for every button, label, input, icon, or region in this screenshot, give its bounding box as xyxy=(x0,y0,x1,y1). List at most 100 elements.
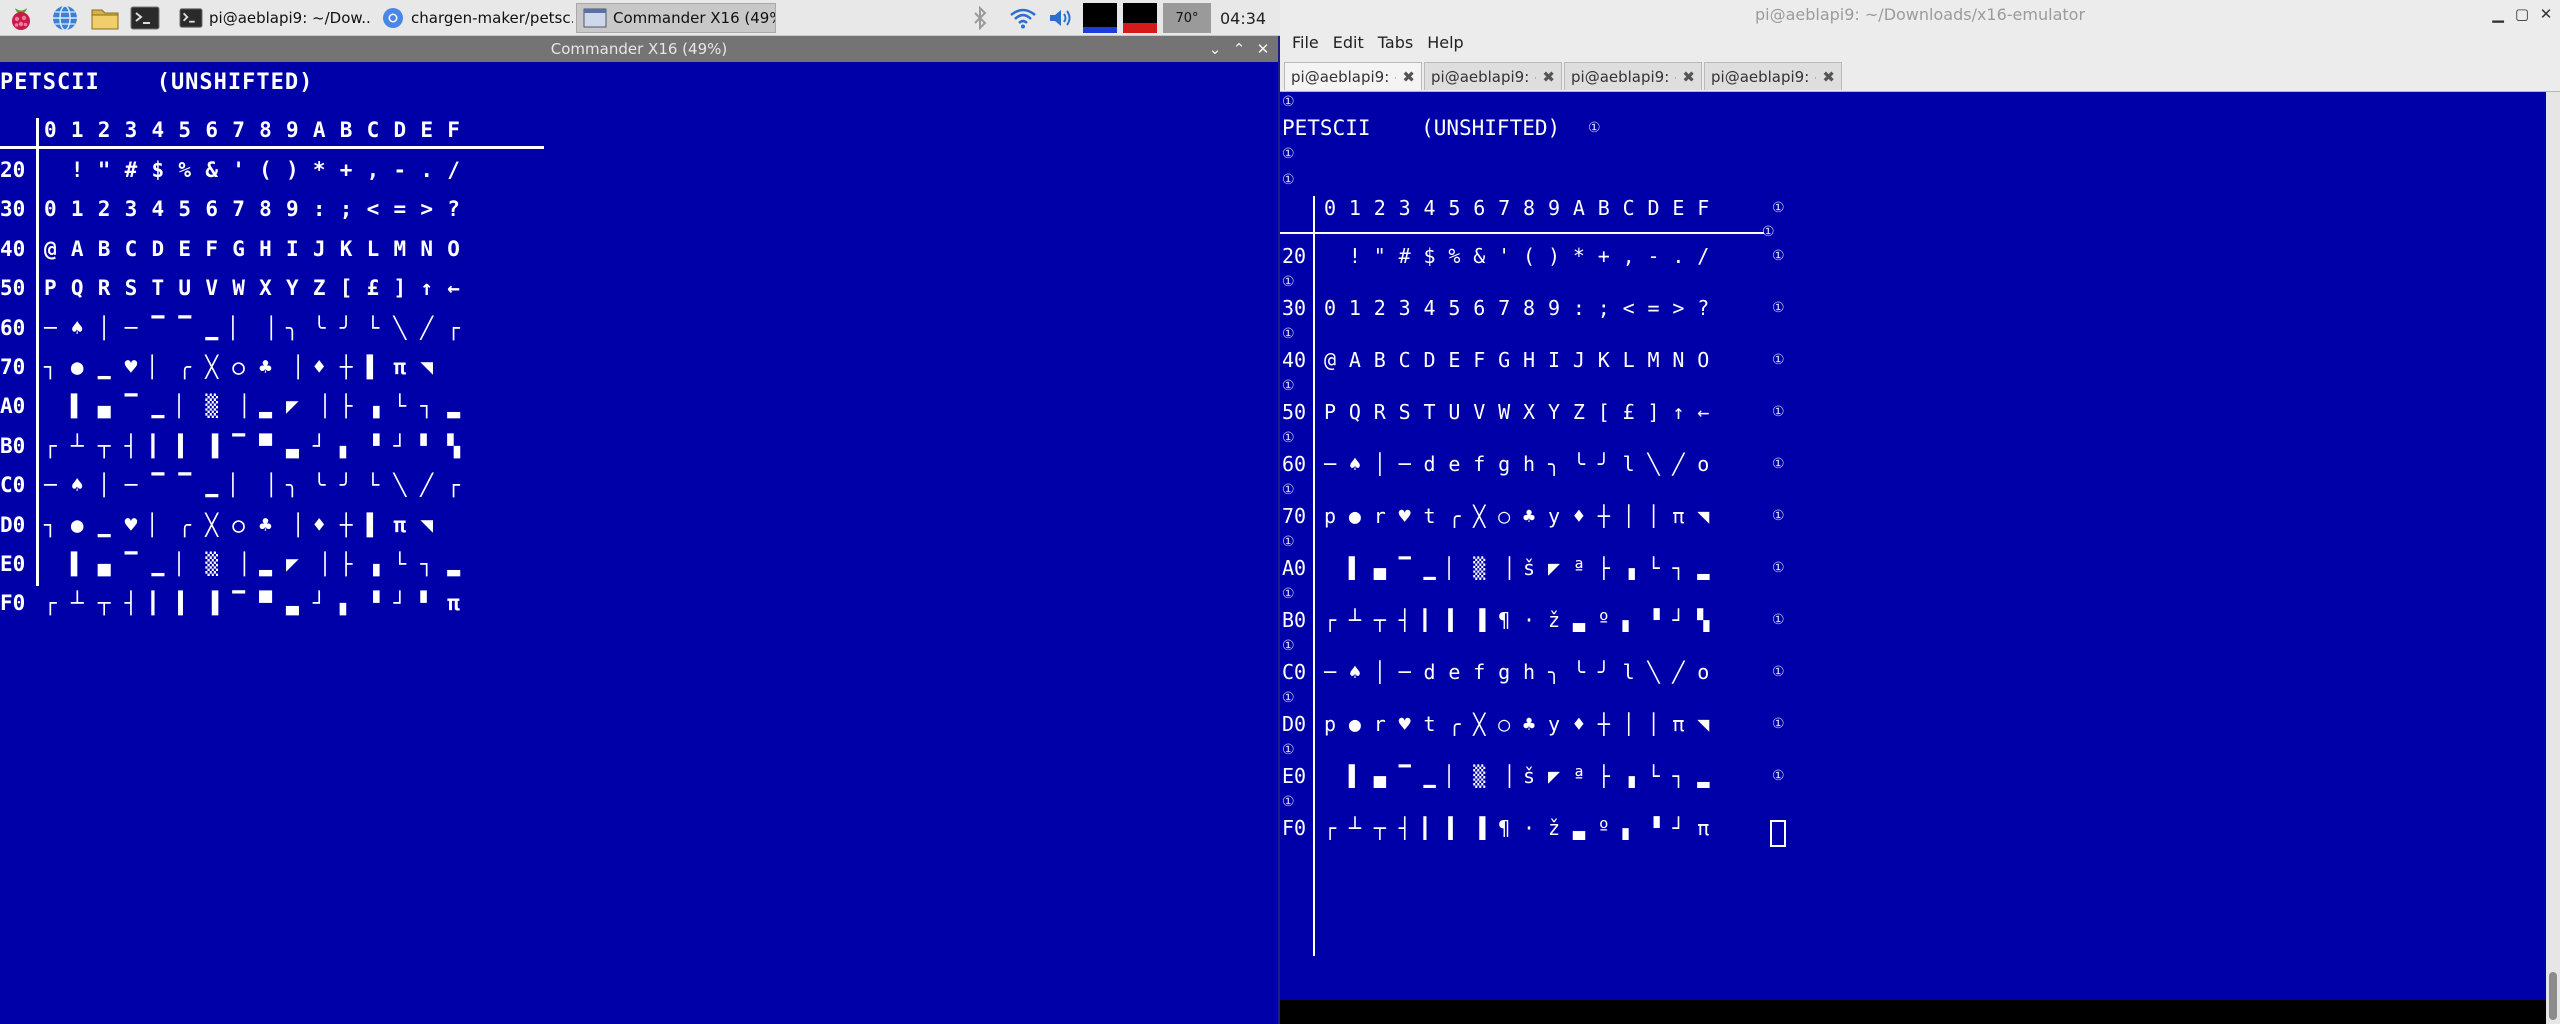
terminal-window: pi@aeblapi9: ~/Downloads/x16-emulator ▁ … xyxy=(1280,0,2560,1024)
emu-row-code: 60 xyxy=(0,315,26,340)
window-title: Commander X16 (49%) xyxy=(550,40,728,58)
emu-row-code: 70 xyxy=(0,355,26,379)
marker-glyph: ① xyxy=(1282,172,1295,188)
emu-row-code: 40 xyxy=(0,236,26,261)
emu-row-chars: @ A B C D E F G H I J K L M N O xyxy=(44,236,461,261)
marker-glyph: ① xyxy=(1282,534,1295,550)
tab-close-icon[interactable]: ✖ xyxy=(1682,68,1695,86)
menu-edit[interactable]: Edit xyxy=(1327,33,1370,52)
term-row-chars: @ A B C D E F G H I J K L M N O xyxy=(1324,348,1710,372)
terminal-titlebar: pi@aeblapi9: ~/Downloads/x16-emulator ▁ … xyxy=(1280,0,2560,28)
term-header: PETSCII (UNSHIFTED) xyxy=(1282,116,1561,140)
emu-row-chars: 0 1 2 3 4 5 6 7 8 9 : ; < = > ? xyxy=(44,197,461,222)
marker-glyph: ① xyxy=(1282,794,1295,810)
scrollbar-thumb[interactable] xyxy=(2549,972,2557,1020)
marker-glyph: ① xyxy=(1282,586,1295,602)
terminal-screen[interactable]: ① PETSCII (UNSHIFTED) ① ① ① 0 1 2 3 4 5 … xyxy=(1280,92,2546,1000)
marker-glyph: ① xyxy=(1772,248,1785,264)
marker-glyph: ① xyxy=(1762,224,1775,240)
marker-glyph: ① xyxy=(1772,508,1785,524)
term-row-code: 30 xyxy=(1282,296,1307,320)
task-label: chargen-maker/petsc... xyxy=(411,9,574,27)
tab-close-icon[interactable]: ✖ xyxy=(1822,68,1835,86)
clock: 04:34 xyxy=(1220,8,1267,28)
term-row-chars: ▌ ▄ ▔ ▁ ▏ ▒ ▕ š ◤ ª ├ ▗ └ ┐ ▂ xyxy=(1324,556,1710,580)
menu-help[interactable]: Help xyxy=(1421,33,1469,52)
marker-glyph: ① xyxy=(1282,482,1295,498)
close-icon[interactable]: ✕ xyxy=(2536,4,2556,24)
emu-row-chars: P Q R S T U V W X Y Z [ £ ] ↑ ← xyxy=(44,276,461,301)
marker-glyph: ① xyxy=(1282,274,1295,290)
minimize-icon[interactable]: ⌄ xyxy=(1206,40,1224,58)
tab-2[interactable]: pi@aeblapi9: ~ ✖ xyxy=(1424,62,1562,90)
marker-glyph: ① xyxy=(1772,768,1785,784)
task-browser[interactable]: chargen-maker/petsc... xyxy=(374,3,574,33)
menu-file[interactable]: File xyxy=(1286,33,1325,52)
raspberry-menu-icon[interactable] xyxy=(4,3,38,33)
cpu-monitor-icon xyxy=(1082,3,1118,33)
tab-label: pi@aeblapi9: ~ xyxy=(1571,67,1677,86)
term-column-header: 0 1 2 3 4 5 6 7 8 9 A B C D E F xyxy=(1324,196,1710,220)
emu-row-code: D0 xyxy=(0,512,26,537)
maximize-icon[interactable]: ▢ xyxy=(2512,4,2532,24)
term-row-chars: P Q R S T U V W X Y Z [ £ ] ↑ ← xyxy=(1324,400,1710,424)
tab-label: pi@aeblapi9: ~ xyxy=(1711,67,1817,86)
marker-glyph: ① xyxy=(1772,200,1785,216)
term-row-chars: ▌ ▄ ▔ ▁ ▏ ▒ ▕ š ◤ ª ├ ▗ └ ┐ ▂ xyxy=(1324,764,1710,788)
tab-label: pi@aeblapi9: ~ xyxy=(1291,67,1397,86)
task-terminal[interactable]: pi@aeblapi9: ~/Dow... xyxy=(172,3,372,33)
term-row-chars: ─ ♠ │ ─ d e f g h ╮ ╰ ╯ l ╲ ╱ o xyxy=(1324,660,1710,684)
maximize-icon[interactable]: ⌃ xyxy=(1230,40,1248,58)
window-icon xyxy=(583,7,607,29)
term-grid-horizontal-line xyxy=(1280,232,1764,234)
tab-close-icon[interactable]: ✖ xyxy=(1542,68,1555,86)
web-browser-icon[interactable] xyxy=(48,3,82,33)
tab-3[interactable]: pi@aeblapi9: ~ ✖ xyxy=(1564,62,1702,90)
term-row-chars: ┌ ┴ ┬ ┤ ▎ ▍ ▐ ¶ · ž ▃ º ▖ ▝ ┘ ▚ xyxy=(1324,608,1710,632)
term-row-chars: 0 1 2 3 4 5 6 7 8 9 : ; < = > ? xyxy=(1324,296,1710,320)
tab-bar: pi@aeblapi9: ~ ✖ pi@aeblapi9: ~ ✖ pi@aebla… xyxy=(1280,60,2560,92)
text-cursor xyxy=(1770,820,1786,847)
task-label: Commander X16 (49%) xyxy=(613,9,776,27)
emu-header: PETSCII (UNSHIFTED) xyxy=(0,70,314,95)
term-row-code: C0 xyxy=(1282,660,1307,684)
emu-row-chars: ─ ♠ │ ─ ▔ ▔ ▁ ▏ ▕ ╮ ╰ ╯ └ ╲ ╱ ┌ xyxy=(44,315,461,340)
emu-column-header: 0 1 2 3 4 5 6 7 8 9 A B C D E F xyxy=(44,118,461,142)
emu-row-chars: ▌ ▄ ▔ ▁ ▏ ▒ ▕ ▂ ◤ ▕ ├ ▗ └ ┐ ▂ xyxy=(44,394,461,419)
marker-glyph: ① xyxy=(1772,456,1785,472)
emu-row-chars: ┐ ● ▁ ♥ ▏ ╭ ╳ ○ ♣ ▕ ♦ ┼ ▌ π ◥ xyxy=(44,512,461,537)
tab-close-icon[interactable]: ✖ xyxy=(1402,68,1415,86)
term-row-chars: ┌ ┴ ┬ ┤ ▎ ▍ ▐ ¶ · ž ▃ º ▖ ▝ ┘ π xyxy=(1324,816,1710,840)
term-row-chars: ─ ♠ │ ─ d e f g h ╮ ╰ ╯ l ╲ ╱ o xyxy=(1324,452,1710,476)
emulator-screen[interactable]: PETSCII (UNSHIFTED) 0 1 2 3 4 5 6 7 8 9 … xyxy=(0,62,1278,1024)
term-row-code: 20 xyxy=(1282,244,1307,268)
tab-4[interactable]: pi@aeblapi9: ~ ✖ xyxy=(1704,62,1842,90)
volume-icon[interactable] xyxy=(1044,3,1078,33)
terminal-launcher-icon[interactable] xyxy=(128,3,162,33)
marker-glyph: ① xyxy=(1282,742,1295,758)
close-icon[interactable]: ✕ xyxy=(1254,40,1272,58)
menu-tabs[interactable]: Tabs xyxy=(1372,33,1419,52)
term-row-code: A0 xyxy=(1282,556,1307,580)
marker-glyph: ① xyxy=(1282,430,1295,446)
term-row-code: B0 xyxy=(1282,608,1307,632)
terminal-scrollbar[interactable] xyxy=(2546,92,2560,1024)
bluetooth-icon[interactable] xyxy=(966,3,994,33)
tab-1[interactable]: pi@aeblapi9: ~ ✖ xyxy=(1284,62,1422,90)
window-title: pi@aeblapi9: ~/Downloads/x16-emulator xyxy=(1754,4,2086,24)
emu-row-code: F0 xyxy=(0,591,26,616)
file-manager-icon[interactable] xyxy=(88,3,122,33)
wifi-icon[interactable] xyxy=(1006,3,1040,33)
task-commander-x16[interactable]: Commander X16 (49%) xyxy=(576,3,776,33)
marker-glyph: ① xyxy=(1772,716,1785,732)
chromium-icon xyxy=(381,7,405,29)
term-row-code: 50 xyxy=(1282,400,1307,424)
marker-glyph: ① xyxy=(1772,404,1785,420)
marker-glyph: ① xyxy=(1282,146,1295,162)
minimize-icon[interactable]: ▁ xyxy=(2488,4,2508,24)
task-label: pi@aeblapi9: ~/Dow... xyxy=(209,9,372,27)
marker-glyph: ① xyxy=(1772,300,1785,316)
emu-row-code: E0 xyxy=(0,552,26,576)
terminal-icon xyxy=(179,7,203,29)
term-row-chars: ! " # $ % & ' ( ) * + , - . / xyxy=(1324,244,1710,268)
